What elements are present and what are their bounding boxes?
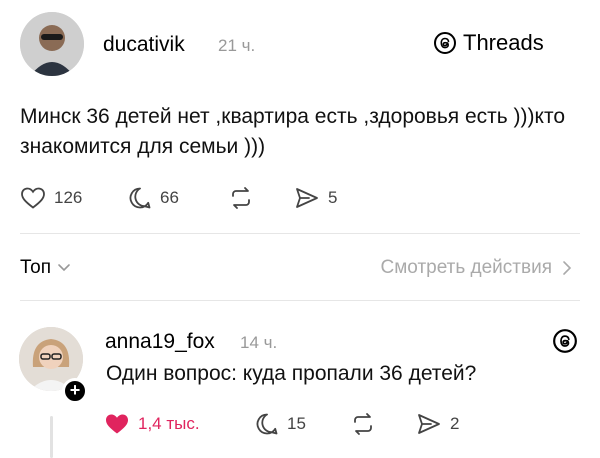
post-share-button[interactable]: 5 — [294, 186, 337, 210]
reply-like-button[interactable]: 1,4 тыс. — [104, 412, 200, 436]
comment-icon — [129, 187, 151, 209]
post-repost-button[interactable] — [228, 186, 254, 210]
reply-like-count: 1,4 тыс. — [138, 414, 200, 433]
post-comment-button[interactable]: 66 — [128, 186, 179, 210]
post-share-count: 5 — [328, 188, 338, 207]
post-like-button[interactable]: 126 — [20, 186, 82, 210]
repost-icon — [354, 413, 372, 435]
post-comment-count: 66 — [160, 188, 179, 207]
heart-icon — [21, 187, 45, 209]
reply-repost-button[interactable] — [350, 412, 376, 436]
threads-link[interactable]: Threads — [433, 30, 544, 56]
reply-share-button[interactable]: 2 — [416, 412, 459, 436]
heart-filled-icon — [106, 414, 128, 434]
thread-line — [50, 416, 53, 458]
chevron-down-icon — [58, 264, 70, 272]
reply-timestamp: 14 ч. — [240, 333, 278, 352]
reply-comment-count: 15 — [287, 414, 306, 433]
post-text: Минск 36 детей нет ,квартира есть ,здоро… — [20, 105, 566, 158]
divider — [20, 300, 580, 301]
sort-label: Топ — [20, 257, 51, 278]
reply-comment-button[interactable]: 15 — [255, 412, 306, 436]
post-author-username[interactable]: ducativik — [103, 33, 185, 57]
reply-author-username[interactable]: anna19_fox — [105, 330, 215, 354]
follow-plus-icon[interactable]: + — [62, 378, 88, 404]
threads-label: Threads — [463, 30, 544, 55]
share-icon — [418, 414, 440, 434]
reply-share-count: 2 — [450, 414, 460, 433]
post-timestamp: 21 ч. — [218, 36, 256, 55]
view-activity-label: Смотреть действия — [380, 257, 552, 278]
threads-logo-icon — [553, 329, 577, 353]
repost-icon — [232, 187, 250, 209]
reply-text: Один вопрос: куда пропали 36 детей? — [106, 362, 477, 385]
divider — [20, 233, 580, 234]
share-icon — [296, 188, 318, 208]
chevron-right-icon — [563, 261, 572, 275]
reply-threads-link[interactable] — [552, 328, 578, 359]
post-author-avatar[interactable] — [20, 12, 84, 76]
post-like-count: 126 — [54, 188, 83, 207]
comment-icon — [256, 413, 278, 435]
view-activity-link[interactable]: Смотреть действия — [381, 257, 572, 279]
threads-logo-icon — [434, 32, 456, 54]
sort-dropdown[interactable]: Топ — [20, 257, 71, 279]
